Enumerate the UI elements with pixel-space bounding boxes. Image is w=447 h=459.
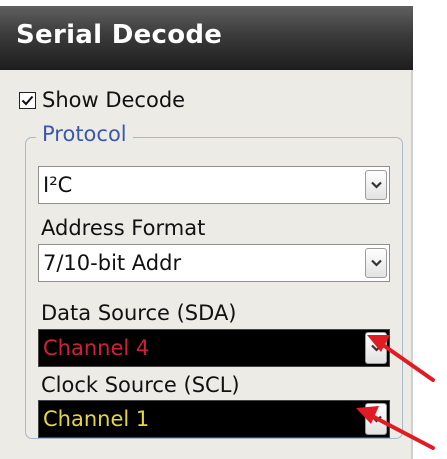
protocol-value: I²C [43, 173, 73, 197]
protocol-dropdown-button[interactable] [365, 170, 387, 200]
data-source-dropdown[interactable]: Channel 4 [38, 329, 390, 367]
screenshot-root: Serial Decode Show Decode Protocol I²C A… [0, 0, 447, 459]
address-format-value: 7/10-bit Addr [43, 251, 182, 275]
address-format-label: Address Format [41, 216, 206, 240]
data-source-value: Channel 4 [43, 336, 150, 360]
chevron-down-icon [371, 181, 382, 189]
show-decode-label: Show Decode [42, 88, 186, 112]
clock-source-dropdown-button[interactable] [365, 403, 387, 435]
panel-title-bar: Serial Decode [0, 6, 413, 70]
data-source-dropdown-button[interactable] [365, 332, 387, 364]
chevron-down-icon [371, 415, 382, 423]
show-decode-checkbox[interactable] [19, 91, 36, 109]
clock-source-dropdown[interactable]: Channel 1 [38, 400, 390, 438]
show-decode-checkbox-row[interactable]: Show Decode [19, 86, 185, 114]
panel-title: Serial Decode [16, 20, 223, 50]
clock-source-value: Channel 1 [43, 407, 150, 431]
address-format-dropdown[interactable]: 7/10-bit Addr [38, 244, 390, 282]
check-icon [21, 95, 34, 105]
protocol-dropdown[interactable]: I²C [38, 166, 390, 204]
chevron-down-icon [371, 259, 382, 267]
clock-source-label: Clock Source (SCL) [41, 373, 240, 397]
chevron-down-icon [371, 344, 382, 352]
address-format-dropdown-button[interactable] [365, 248, 387, 278]
protocol-group-legend: Protocol [36, 122, 133, 146]
data-source-label: Data Source (SDA) [41, 301, 237, 325]
